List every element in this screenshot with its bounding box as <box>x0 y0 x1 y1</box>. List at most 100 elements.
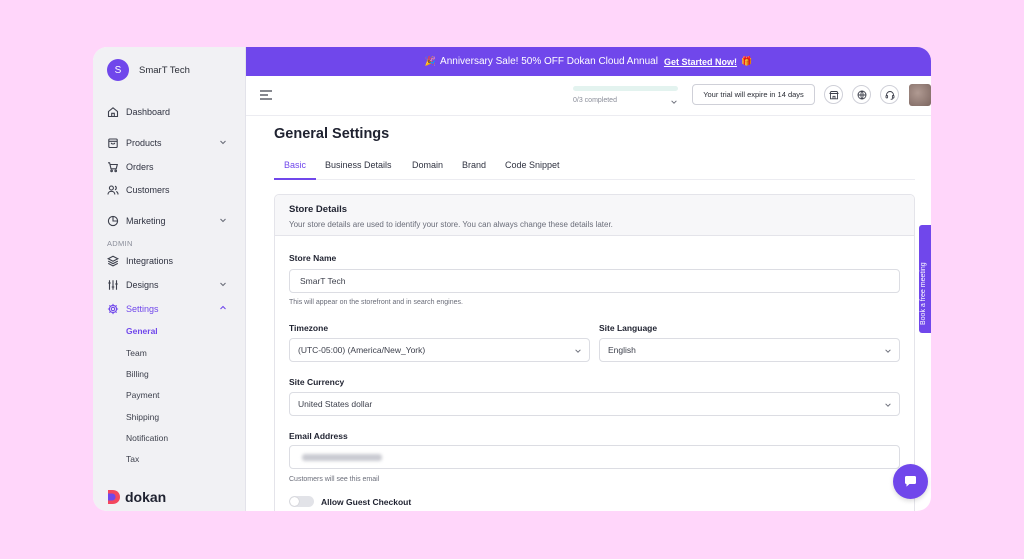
sliders-icon <box>108 280 118 290</box>
language-button[interactable] <box>852 85 871 104</box>
sidebar-item-label: Customers <box>126 185 170 195</box>
settings-tabs: Basic Business Details Domain Brand Code… <box>274 153 915 180</box>
site-language-label: Site Language <box>599 323 658 333</box>
tab-brand[interactable]: Brand <box>462 160 486 170</box>
sidebar-item-label: Dashboard <box>126 107 171 117</box>
guest-checkout-label: Allow Guest Checkout <box>321 497 412 507</box>
home-icon <box>107 107 119 118</box>
chevron-down-icon[interactable] <box>218 215 228 225</box>
timezone-value: (UTC-05:00) (America/New_York) <box>298 345 426 355</box>
card-description: Your store details are used to identify … <box>289 220 613 229</box>
bag-icon <box>108 138 118 149</box>
dokan-logo-mark <box>108 490 120 504</box>
gear-icon <box>107 303 119 315</box>
card-header: Store Details Your store details are use… <box>275 195 914 236</box>
active-tab-indicator <box>274 178 316 180</box>
pie-chart-icon <box>107 215 119 227</box>
timezone-select[interactable]: (UTC-05:00) (America/New_York) <box>289 338 590 362</box>
sidebar-item-customers[interactable]: Customers <box>107 182 237 198</box>
banner-cta-link[interactable]: Get Started Now! <box>664 57 737 67</box>
layers-icon <box>107 255 119 267</box>
headset-icon <box>885 90 894 100</box>
store-name: SmarT Tech <box>139 64 190 76</box>
sidebar-item-label: Designs <box>126 280 159 290</box>
sidebar-item-dashboard[interactable]: Dashboard <box>107 104 237 120</box>
store-name-input[interactable]: SmarT Tech <box>289 269 900 293</box>
tab-domain[interactable]: Domain <box>412 160 443 170</box>
chevron-down-icon[interactable] <box>670 98 678 106</box>
store-name-label: Store Name <box>289 253 337 263</box>
store-button[interactable] <box>824 85 843 104</box>
sidebar-item-label: Products <box>126 138 162 148</box>
timezone-label: Timezone <box>289 323 329 333</box>
dokan-logo: dokan <box>107 489 166 505</box>
sidebar-subitem-shipping[interactable]: Shipping <box>126 412 159 422</box>
sidebar-item-designs[interactable]: Designs <box>107 277 237 293</box>
sidebar-item-label: Settings <box>126 304 159 314</box>
sidebar-item-label: Marketing <box>126 216 166 226</box>
chevron-down-icon[interactable] <box>218 279 228 289</box>
promo-banner: 🎉 Anniversary Sale! 50% OFF Dokan Cloud … <box>246 47 931 76</box>
tab-code-snippet[interactable]: Code Snippet <box>505 160 560 170</box>
sidebar-item-label: Orders <box>126 162 154 172</box>
topbar: 0/3 completed Your trial will expire in … <box>246 76 931 116</box>
sidebar-item-label: Integrations <box>126 256 174 266</box>
sidebar-subitem-payment[interactable]: Payment <box>126 390 160 400</box>
chevron-up-icon[interactable] <box>218 303 228 313</box>
section-label-admin: ADMIN <box>107 239 133 248</box>
user-avatar[interactable] <box>909 84 931 106</box>
tab-basic[interactable]: Basic <box>284 160 306 170</box>
support-button[interactable] <box>880 85 899 104</box>
site-currency-value: United States dollar <box>298 399 373 409</box>
sidebar-item-marketing[interactable]: Marketing <box>107 213 237 229</box>
chat-icon <box>905 476 916 487</box>
chevron-down-icon[interactable] <box>218 137 228 147</box>
chevron-down-icon <box>575 349 581 353</box>
logo-text: dokan <box>125 489 167 505</box>
sidebar-subitem-tax[interactable]: Tax <box>126 454 139 464</box>
guest-checkout-toggle[interactable] <box>289 496 314 507</box>
sidebar-item-orders[interactable]: Orders <box>107 159 237 175</box>
sidebar-item-integrations[interactable]: Integrations <box>107 253 237 269</box>
storefront-icon <box>828 90 839 99</box>
chat-button[interactable] <box>893 464 928 499</box>
card-title: Store Details <box>289 204 348 215</box>
sidebar-subitem-billing[interactable]: Billing <box>126 369 149 379</box>
cart-icon <box>108 162 119 173</box>
sidebar: S SmarT Tech Dashboard Products Orders C… <box>93 47 246 511</box>
page-title: General Settings <box>274 126 390 142</box>
setup-progress[interactable]: 0/3 completed <box>573 86 678 104</box>
site-currency-label: Site Currency <box>289 377 345 387</box>
book-meeting-tab[interactable]: Book a free meeting <box>919 225 931 333</box>
menu-toggle-icon[interactable] <box>260 90 272 100</box>
sidebar-subitem-general[interactable]: General <box>126 326 158 336</box>
progress-text: 0/3 completed <box>573 97 617 104</box>
sidebar-item-products[interactable]: Products <box>107 135 237 151</box>
banner-text: Anniversary Sale! 50% OFF Dokan Cloud An… <box>440 56 658 67</box>
email-label: Email Address <box>289 431 348 441</box>
tab-business-details[interactable]: Business Details <box>325 160 392 170</box>
sidebar-subitem-team[interactable]: Team <box>126 348 147 358</box>
site-language-select[interactable]: English <box>599 338 900 362</box>
store-avatar: S <box>107 59 129 81</box>
site-currency-select[interactable]: United States dollar <box>289 392 900 416</box>
store-switcher[interactable]: S SmarT Tech <box>107 59 190 81</box>
main-content: General Settings Basic Business Details … <box>246 116 931 511</box>
toggle-knob <box>290 497 299 506</box>
site-language-value: English <box>608 345 636 355</box>
email-input[interactable] <box>289 445 900 469</box>
email-help: Customers will see this email <box>289 476 380 483</box>
users-icon <box>107 185 119 195</box>
party-popper-icon: 🎉 <box>424 56 437 66</box>
sidebar-subitem-notification[interactable]: Notification <box>126 433 168 443</box>
store-details-card: Store Details Your store details are use… <box>274 194 915 511</box>
chevron-down-icon <box>885 349 891 353</box>
gift-icon: 🎁 <box>740 56 753 66</box>
trial-button[interactable]: Your trial will expire in 14 days <box>692 84 815 105</box>
book-meeting-label: Book a free meeting <box>920 262 927 325</box>
app-window: S SmarT Tech Dashboard Products Orders C… <box>93 47 931 511</box>
email-value-redacted <box>302 453 382 461</box>
globe-icon <box>857 90 866 99</box>
store-name-help: This will appear on the storefront and i… <box>289 299 463 306</box>
sidebar-item-settings[interactable]: Settings <box>107 301 237 317</box>
